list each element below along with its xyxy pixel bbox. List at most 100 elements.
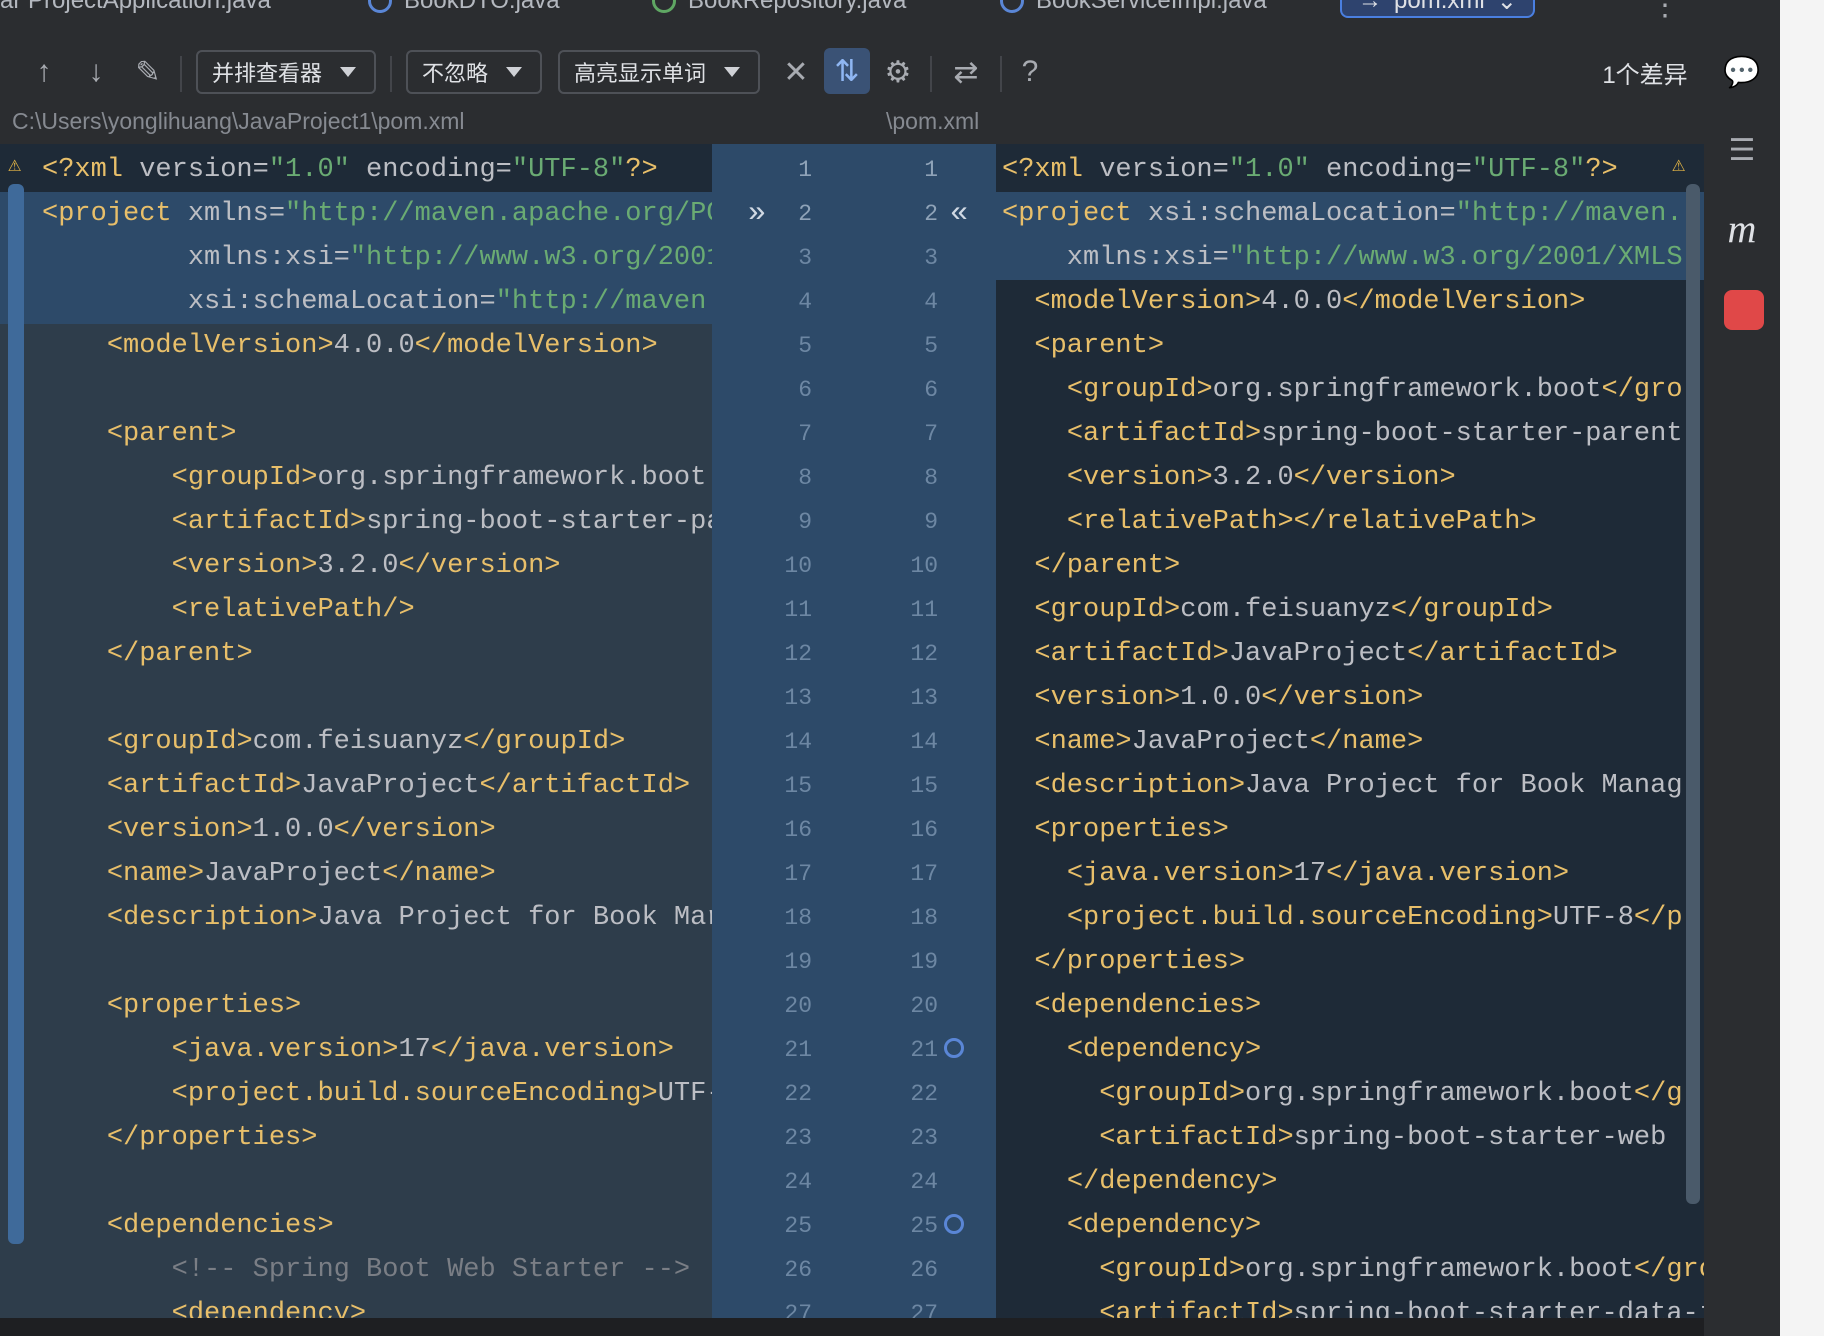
prev-diff-icon[interactable]: ↑ (24, 50, 64, 94)
code-text: 4.0.0 (333, 331, 415, 361)
code-tag: </dependency (1066, 1167, 1262, 1197)
tab-pom-xml[interactable]: → pom.xml ⌄ (1340, 0, 1535, 18)
code-tag: > (1536, 903, 1553, 933)
code-tag: </version (1261, 683, 1408, 713)
warning-icon[interactable]: ⚠ (1672, 152, 1696, 178)
line-number-right: 18 (910, 905, 938, 931)
code-tag: > (220, 419, 237, 449)
ai-assistant-icon[interactable]: 💬 (1718, 48, 1766, 96)
code-tag: > (641, 1079, 658, 1109)
swap-sides-icon[interactable]: ⇄ (944, 50, 988, 94)
line-number-right: 11 (910, 597, 938, 623)
apply-right-icon[interactable]: » (748, 192, 766, 236)
code-tag: <?xml (42, 155, 124, 185)
code-line: <?xml version="1.0" encoding="UTF-8"?> (0, 148, 712, 192)
sync-scroll-icon[interactable]: ⇅ (824, 48, 870, 94)
line-number-left: 7 (798, 421, 812, 447)
code-tag: <relativePath (1066, 507, 1278, 537)
code-tag: </parent (106, 639, 237, 669)
edit-icon[interactable]: ✎ (128, 50, 168, 94)
gear-icon[interactable]: ⚙ (876, 50, 920, 94)
code-tag: > (1228, 771, 1246, 801)
maven-icon[interactable]: m (1718, 204, 1766, 252)
diff-count: 1个差异 (1602, 61, 1688, 89)
code-tag: <project (1002, 199, 1132, 229)
code-line: <groupId>com.feisuanyz</groupId> (0, 720, 712, 764)
left-scrollbar[interactable] (8, 184, 24, 1244)
ignore-dropdown[interactable]: 不忽略 (406, 50, 542, 94)
code-tag: > (479, 859, 496, 889)
line-number-right: 10 (910, 553, 938, 579)
warning-icon[interactable]: ⚠ (8, 152, 32, 178)
close-icon[interactable]: ✕ (776, 50, 816, 94)
code-line: <description>Java Project for Book Mar (0, 896, 712, 940)
override-marker-icon[interactable] (944, 1214, 964, 1234)
help-icon[interactable]: ? (1010, 50, 1050, 94)
code-tag: > (1164, 595, 1181, 625)
code-line: <!-- Spring Boot Web Starter --> (0, 1248, 712, 1292)
code-tag: ?> (625, 155, 658, 185)
code-tag: > (1277, 1123, 1294, 1153)
tab-bookserviceimpl[interactable]: BookServiceImpl.java (1000, 0, 1267, 16)
separator (180, 56, 182, 92)
right-editor-pane[interactable]: <?xml version="1.0" encoding="UTF-8"?> <p… (996, 144, 1704, 1324)
code-tag: <dependency (1066, 1211, 1246, 1241)
code-tag: </java.version (430, 1035, 658, 1065)
override-marker-icon[interactable] (944, 1038, 964, 1058)
left-editor-pane[interactable]: <?xml version="1.0" encoding="UTF-8"?> <p… (0, 144, 712, 1324)
code-tag: <artifactId (106, 771, 286, 801)
next-diff-icon[interactable]: ↓ (76, 50, 116, 94)
tab-bookrepository[interactable]: BookRepository.java (652, 0, 906, 16)
code-line: <parent> (0, 412, 712, 456)
tab-bookdto[interactable]: BookDTO.java (368, 0, 560, 16)
code-string: "1.0" (1228, 155, 1310, 185)
more-icon[interactable]: ⋮ (1650, 0, 1680, 22)
code-tag: <groupId (106, 727, 237, 757)
line-number-right: 21 (910, 1037, 938, 1063)
code-text: com.feisuanyz (252, 727, 464, 757)
code-line (0, 368, 712, 412)
code-tag: <groupId (1034, 595, 1165, 625)
code-tag: <artifactId (1099, 1123, 1278, 1153)
code-string: "http://maven. (1455, 199, 1683, 229)
code-tag: <parent (1034, 331, 1148, 361)
highlight-dropdown[interactable]: 高亮显示单词 (558, 50, 760, 94)
caret-icon (724, 67, 741, 77)
code-text: encoding= (349, 155, 512, 185)
viewer-dropdown[interactable]: 并排查看器 (196, 50, 376, 94)
line-number-left: 19 (784, 949, 812, 975)
feisuan-icon[interactable] (1724, 290, 1764, 330)
code-tag: > (1212, 815, 1229, 845)
code-tag: <description (106, 903, 302, 933)
right-file-path: \pom.xml (886, 108, 980, 134)
code-tag: > (1228, 947, 1246, 977)
code-tag: > (657, 1035, 674, 1065)
line-number-left: 10 (784, 553, 812, 579)
line-number-left: 1 (798, 157, 812, 183)
code-tag: </parent (1034, 551, 1165, 581)
apply-left-icon[interactable]: « (950, 192, 968, 236)
code-tag: <version (106, 815, 237, 845)
code-text: JavaProject (204, 859, 383, 889)
code-tag: > (1439, 463, 1456, 493)
code-line: <project.build.sourceEncoding>UTF- (0, 1072, 712, 1116)
code-text: org.springframework.boot (317, 463, 707, 493)
line-number-right: 12 (910, 641, 938, 667)
code-line: <name>JavaProject</name> (996, 720, 1704, 764)
code-line: <relativePath></relativePath> (996, 500, 1704, 544)
code-line: <?xml version="1.0" encoding="UTF-8"?> (996, 148, 1704, 192)
code-tag: <version (1066, 463, 1197, 493)
code-line: <groupId>org.springframework.boot</gro (996, 368, 1704, 412)
editor-tabs: ar ProjectApplication.java BookDTO.java … (0, 0, 1704, 22)
tab-project-application[interactable]: ar ProjectApplication.java (0, 0, 271, 16)
separator (390, 56, 392, 92)
right-scrollbar[interactable] (1686, 184, 1700, 1204)
database-icon[interactable]: ☰ (1718, 126, 1766, 174)
code-tag: <artifactId (171, 507, 350, 537)
code-tag: > (236, 639, 253, 669)
